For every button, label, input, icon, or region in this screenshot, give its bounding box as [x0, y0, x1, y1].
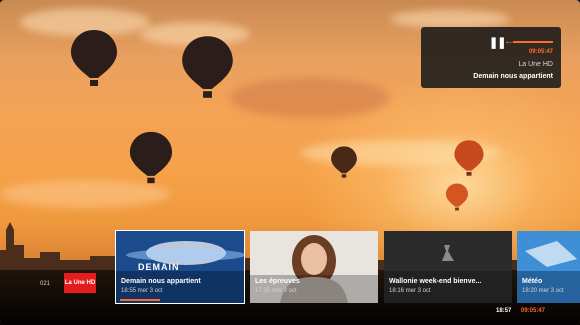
hot-air-balloon	[331, 146, 357, 178]
program-title: Météo	[522, 278, 543, 285]
hot-air-balloon	[454, 140, 484, 176]
program-time: 18:20 mer 3 oct	[522, 288, 564, 294]
program-title: Demain nous appartient	[121, 278, 201, 285]
tv-screen: ❚❚ ← 09:05:47 La Une HD Demain nous appa…	[0, 0, 580, 325]
program-logo-text: DEMAIN	[138, 262, 180, 272]
hot-air-balloon	[71, 30, 117, 86]
active-channel-logo[interactable]: La Une HD	[64, 273, 96, 293]
elapsed-timer: 09:05:47	[521, 308, 546, 314]
current-time: 18:57	[496, 308, 512, 314]
program-tile[interactable]: Les épreuves 17:25 mer 3 oct	[250, 231, 378, 303]
now-playing-panel[interactable]: ❚❚ ← 09:05:47 La Une HD Demain nous appa…	[421, 27, 561, 88]
playback-time: 09:05:47	[528, 49, 553, 55]
playback-progress	[513, 41, 553, 43]
hot-air-balloon	[445, 183, 469, 211]
channel-number[interactable]: 021	[40, 281, 50, 287]
program-time: 17:25 mer 3 oct	[255, 288, 297, 294]
channel-name: La Une HD	[518, 61, 553, 68]
program-tile[interactable]: Météo 18:20 mer 3 oct	[517, 231, 580, 303]
program-tile[interactable]: Wallonie week-end bienve... 18:16 mer 3 …	[384, 231, 512, 303]
hot-air-balloon	[129, 131, 173, 184]
hot-air-balloon	[182, 36, 233, 98]
pause-icon[interactable]: ❚❚	[489, 36, 506, 49]
cloud	[230, 78, 390, 118]
program-progress	[120, 299, 160, 301]
program-title: Les épreuves	[255, 278, 300, 285]
program-tile[interactable]: DEMAIN Demain nous appartient 18:55 mer …	[115, 230, 245, 304]
program-time: 18:55 mer 3 oct	[121, 288, 163, 294]
program-title: Demain nous appartient	[473, 73, 553, 80]
program-title: Wallonie week-end bienve...	[389, 278, 482, 285]
cloud	[390, 10, 510, 28]
program-time: 18:16 mer 3 oct	[389, 288, 431, 294]
